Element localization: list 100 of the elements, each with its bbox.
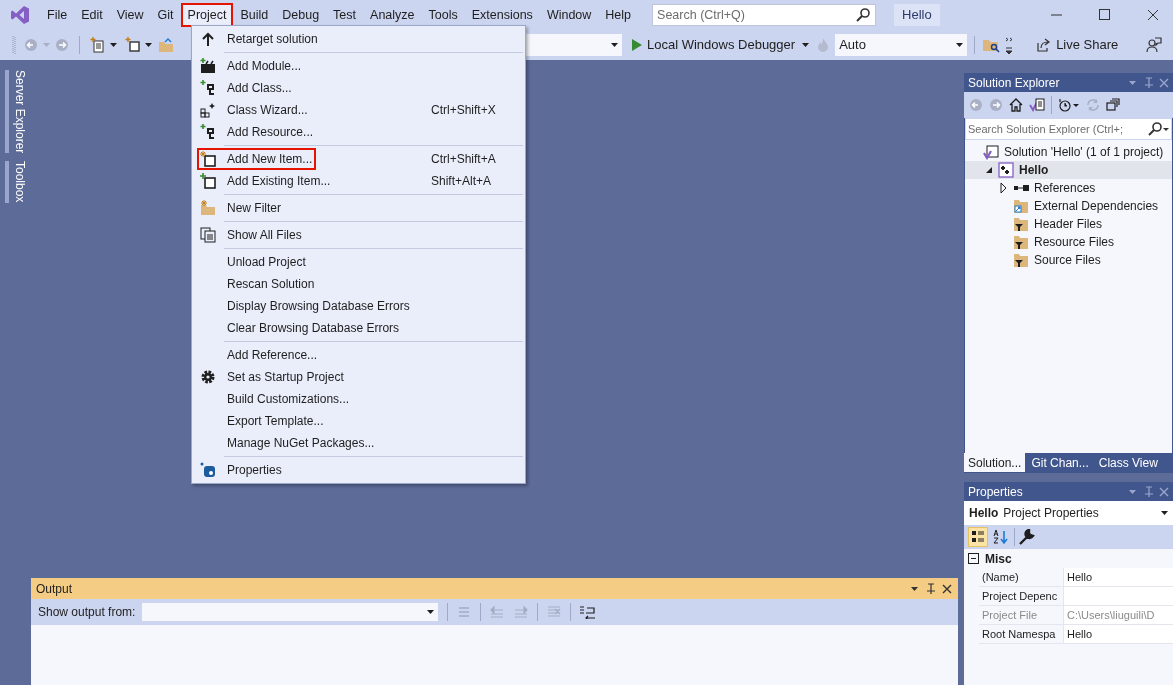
grip-icon — [12, 35, 16, 55]
menu-item[interactable]: Add Class... — [198, 77, 294, 99]
panel-title: Output — [36, 580, 73, 598]
folder-search-icon[interactable] — [982, 37, 1001, 53]
word-wrap-icon[interactable] — [579, 605, 598, 619]
menu-item[interactable]: Test — [326, 3, 364, 27]
project-icon — [998, 162, 1014, 178]
menu-item[interactable]: Window — [539, 3, 599, 27]
side-tab[interactable]: Toolbox — [5, 161, 31, 203]
overflow-icon[interactable] — [1006, 36, 1013, 54]
menu-item[interactable]: Build — [233, 3, 276, 27]
close-icon[interactable] — [1147, 9, 1159, 21]
wrench-icon[interactable] — [1019, 529, 1035, 545]
menu-item[interactable]: Export Template... — [198, 410, 326, 432]
property-name: Root Namespa — [981, 627, 1057, 642]
menu-item[interactable]: Rescan Solution — [198, 273, 317, 295]
tree-item[interactable]: Header Files — [965, 215, 1172, 233]
item-label: References — [1034, 180, 1096, 197]
class-wizard-icon — [200, 102, 216, 118]
menu-item[interactable]: Manage NuGet Packages... — [198, 432, 377, 454]
menu-item[interactable]: New Filter — [198, 197, 283, 219]
caret-icon — [956, 43, 964, 47]
menu-item[interactable]: Properties — [198, 459, 284, 481]
tree-item[interactable]: Solution 'Hello' (1 of 1 project) — [965, 143, 1172, 161]
tree-item[interactable]: External Dependencies — [965, 197, 1172, 215]
menu-item[interactable]: Add Resource... — [198, 121, 316, 143]
add-item-icon[interactable] — [125, 37, 141, 53]
menu-item[interactable]: Clear Browsing Database Errors — [198, 317, 402, 339]
collapse-icon[interactable] — [968, 553, 979, 564]
gear-icon — [200, 369, 216, 385]
forward-icon[interactable] — [55, 38, 69, 52]
solution-name-badge: Hello — [894, 4, 940, 26]
tree-item[interactable]: Resource Files — [965, 233, 1172, 251]
shortcut-label: Ctrl+Shift+X — [431, 102, 497, 119]
item-label: Hello — [1019, 162, 1049, 179]
tree-item[interactable]: References — [965, 179, 1172, 197]
menu-item[interactable]: Help — [598, 3, 639, 27]
menu-item[interactable]: File — [40, 3, 75, 27]
add-resource-icon — [200, 124, 216, 140]
new-project-icon[interactable] — [90, 37, 106, 53]
menu-item[interactable]: Display Browsing Database Errors — [198, 295, 412, 317]
property-value[interactable]: Hello — [1063, 625, 1173, 643]
menu-item[interactable]: Git — [150, 3, 181, 27]
back-icon[interactable] — [969, 98, 983, 112]
caret-icon — [1161, 511, 1168, 515]
menu-item[interactable]: Add Module... — [198, 55, 304, 77]
side-tab[interactable]: Server Explorer — [5, 70, 31, 154]
menu-item[interactable]: Add New Item... — [197, 148, 317, 170]
tree-item[interactable]: Source Files — [965, 251, 1172, 269]
menu-item[interactable]: Add Reference... — [198, 344, 320, 366]
forward-icon[interactable] — [989, 98, 1003, 112]
new-item-icon — [200, 151, 216, 167]
menu-item[interactable]: Debug — [275, 3, 327, 27]
configuration-dropdown[interactable]: Auto — [835, 34, 968, 56]
search-field[interactable]: Search Solution Explorer (Ctrl+; — [965, 118, 1172, 140]
collapse-all-icon[interactable] — [1106, 98, 1120, 112]
alphabetical-icon[interactable] — [992, 529, 1010, 545]
play-icon — [632, 39, 642, 51]
menu-item[interactable]: Build Customizations... — [198, 388, 352, 410]
menu-item[interactable]: Set as Startup Project — [198, 366, 346, 388]
menu-item[interactable]: Extensions — [464, 3, 540, 27]
menu-item[interactable]: Show All Files — [198, 224, 304, 246]
dropdown-value: Auto — [839, 36, 866, 55]
search-icon — [856, 8, 871, 22]
feedback-icon[interactable] — [1146, 37, 1163, 53]
item-label: External Dependencies — [1034, 198, 1159, 215]
caret-icon — [427, 610, 435, 614]
item-label: Solution 'Hello' (1 of 1 project) — [1004, 144, 1164, 161]
existing-item-icon — [200, 173, 216, 189]
home-icon[interactable] — [1009, 98, 1023, 112]
menu-item[interactable]: Analyze — [363, 3, 422, 27]
category-label: Misc — [985, 550, 1012, 568]
folder-filter-icon — [1013, 216, 1029, 232]
menu-item[interactable]: Project — [180, 3, 234, 27]
package-icon — [200, 462, 216, 478]
tab[interactable]: Solution... — [964, 453, 1026, 472]
start-debugging-button[interactable]: Local Windows Debugger — [632, 34, 810, 56]
menu-item[interactable]: Retarget solution — [198, 28, 320, 50]
live-share-button[interactable]: Live Share — [1036, 34, 1119, 56]
property-value[interactable]: Hello — [1063, 568, 1173, 586]
menu-item[interactable]: Unload Project — [198, 251, 308, 273]
item-label: Header Files — [1034, 216, 1103, 233]
folder-link-icon — [1013, 198, 1029, 214]
menu-item[interactable]: View — [109, 3, 151, 27]
panel-title: Properties — [968, 483, 1023, 501]
back-icon[interactable] — [24, 38, 38, 52]
search-field[interactable]: Search (Ctrl+Q) — [652, 4, 877, 26]
menu-item[interactable]: Tools — [421, 3, 465, 27]
tree-item[interactable]: Hello — [965, 161, 1172, 179]
panel-controls-icon[interactable] — [909, 582, 953, 595]
history-icon[interactable] — [1058, 98, 1080, 112]
share-icon — [1036, 38, 1051, 52]
menu-item[interactable]: Add Existing Item... — [198, 170, 333, 192]
menu-item[interactable]: Class Wizard... — [198, 99, 310, 121]
categorized-icon[interactable] — [968, 527, 988, 547]
menu-item[interactable]: Edit — [74, 3, 110, 27]
caret-icon — [611, 43, 618, 47]
maximize-icon[interactable] — [1099, 9, 1111, 21]
object-selector[interactable]: Hello Project Properties — [964, 501, 1173, 525]
open-folder-icon[interactable] — [158, 37, 174, 53]
